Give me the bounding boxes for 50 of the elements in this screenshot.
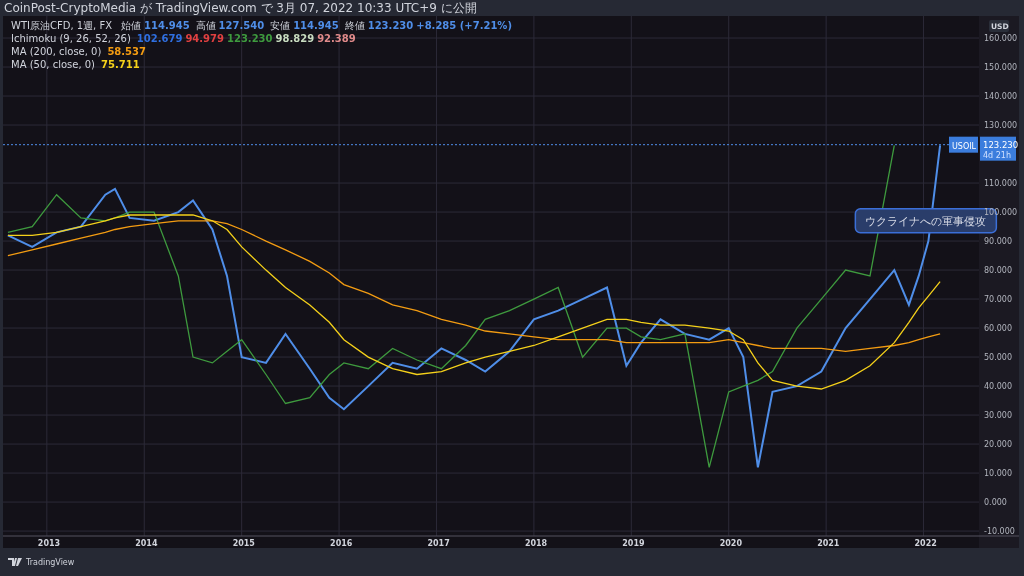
axis-tick-label: 150.000 <box>984 63 1018 73</box>
legend-label: 終値 <box>344 20 365 32</box>
annotation: ウクライナへの軍事侵攻 <box>865 214 987 228</box>
axis-tick-label: 2021 <box>817 539 840 548</box>
legend-title: MA (50, close, 0) <box>11 59 95 71</box>
legend-value: +8.285 (+7.21%) <box>416 20 512 32</box>
axis-tick-label: 2016 <box>330 539 353 548</box>
axis-tick-label: 2020 <box>719 539 742 548</box>
logo-icon <box>8 558 22 566</box>
axis-tick-label: 140.000 <box>984 92 1018 102</box>
legend-title: WTI原油CFD, 1週, FX <box>11 20 113 32</box>
brand-name: TradingView <box>26 557 75 567</box>
axis-tick-label: 2013 <box>37 539 61 548</box>
legend-value: 98.829 <box>275 33 315 45</box>
axis-tick-label: 90.000 <box>984 237 1012 247</box>
axis-tick-label: 110.000 <box>984 179 1018 189</box>
legend-value: 92.389 <box>317 33 356 45</box>
axis-tick-label: 2019 <box>622 539 645 548</box>
legend-title: Ichimoku (9, 26, 52, 26) <box>11 33 131 45</box>
axis-tick-label: 80.000 <box>984 266 1012 276</box>
axis-tick-label: 50.000 <box>984 353 1012 363</box>
axis-tick-label: 0.000 <box>984 498 1007 508</box>
legend-title: MA (200, close, 0) <box>11 46 102 58</box>
legend-value: 114.945 <box>293 20 339 32</box>
legend-label: 高値 <box>195 20 216 32</box>
axis-tick-label: 30.000 <box>984 411 1012 421</box>
axis-tick-label: 40.000 <box>984 382 1012 392</box>
legend-value: 58.537 <box>107 46 146 58</box>
legend-value: 94.979 <box>185 33 224 45</box>
legend-label: 安値 <box>270 20 291 32</box>
axis-tick-label: 20.000 <box>984 440 1012 450</box>
axis-tick-label: 2014 <box>135 539 158 548</box>
axis-tick-label: 130.000 <box>984 121 1018 131</box>
axis-tick-label: 2022 <box>914 539 937 548</box>
axis-tick-label: 2015 <box>232 539 255 548</box>
legend-label: 始値 <box>121 20 142 32</box>
axis-tick-label: -10.000 <box>984 527 1015 537</box>
axis-tick-label: 2018 <box>524 539 548 548</box>
axis-tick-label: 70.000 <box>984 295 1012 305</box>
axis-tick-label: 160.000 <box>984 34 1018 44</box>
legend-value: 102.679 <box>136 33 183 45</box>
legend-value: 127.540 <box>218 20 265 32</box>
legend-value: 114.945 <box>144 20 190 32</box>
axis-tick-label: 10.000 <box>984 469 1012 479</box>
axis-tick-label: 60.000 <box>984 324 1012 334</box>
legend-value: 123.230 <box>227 33 273 45</box>
legend-value: 123.230 <box>367 20 414 32</box>
publish-info: CoinPost-CryptoMedia が TradingView.com で 3月 07, 2022 10:33 UTC+9 に公開 <box>3 0 478 16</box>
axis-tick-label: 2017 <box>427 539 450 548</box>
legend-value: 75.711 <box>101 59 140 71</box>
